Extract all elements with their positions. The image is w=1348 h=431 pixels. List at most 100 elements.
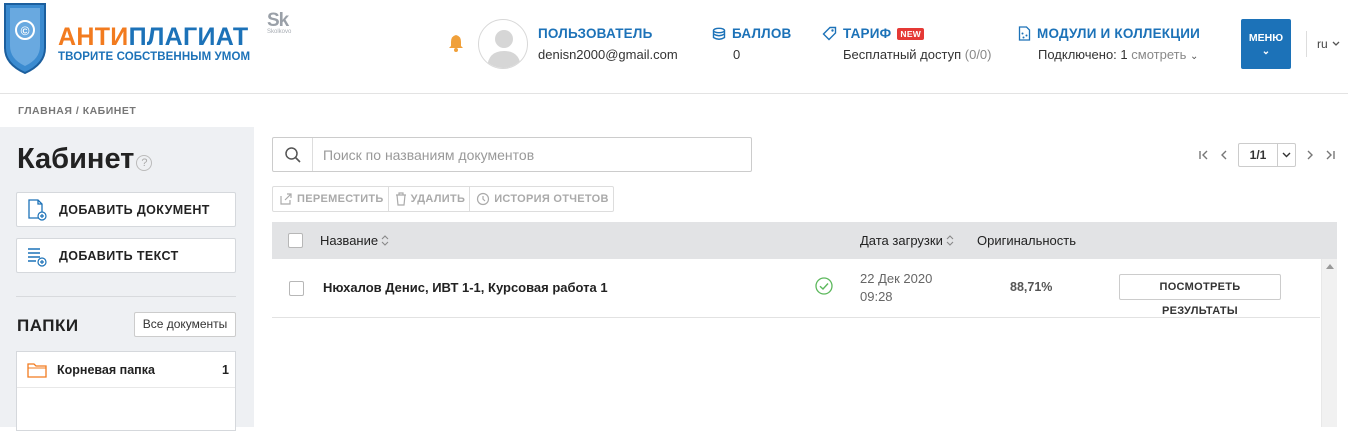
report-history-button[interactable]: ИСТОРИЯ ОТЧЕТОВ [470, 187, 613, 211]
delete-label: УДАЛИТЬ [410, 193, 466, 205]
check-circle-icon [815, 277, 833, 295]
shield-logo-icon[interactable]: © [2, 2, 48, 74]
modules-label: МОДУЛИ И КОЛЛЕКЦИИ [1037, 26, 1201, 41]
points-block[interactable]: БАЛЛОВ 0 [712, 26, 792, 62]
last-page-icon[interactable] [1320, 144, 1340, 166]
coins-icon [712, 27, 726, 40]
pagination: 1/1 [1194, 143, 1340, 167]
page-title: Кабинет ? [17, 143, 153, 176]
skolkovo-mark: Sk [267, 10, 289, 31]
logo-word-part2: ПЛАГИАТ [128, 23, 249, 51]
page-select[interactable]: 1/1 [1238, 143, 1296, 167]
logo-slogan: ТВОРИТЕ СОБСТВЕННЫМ УМОМ [58, 51, 251, 63]
modules-view-link[interactable]: смотреть [1131, 47, 1186, 62]
avatar[interactable] [478, 19, 528, 69]
search-icon[interactable] [273, 138, 313, 171]
sort-icon [381, 235, 389, 246]
upload-date-day: 22 Дек 2020 [860, 271, 933, 286]
logo-word-part1: АНТИ [58, 23, 129, 51]
tariff-count: (0/0) [964, 47, 992, 62]
language-value: ru [1317, 37, 1328, 51]
move-label: ПЕРЕМЕСТИТЬ [297, 193, 384, 205]
prev-page-icon[interactable] [1214, 144, 1234, 166]
user-email: denisn2000@gmail.com [538, 47, 678, 62]
delete-button[interactable]: УДАЛИТЬ [389, 187, 471, 211]
move-icon [280, 193, 292, 205]
breadcrumb[interactable]: ГЛАВНАЯ / КАБИНЕТ [18, 105, 136, 117]
trash-icon [395, 192, 406, 206]
user-silhouette-icon [487, 30, 521, 68]
tag-icon [822, 26, 837, 41]
menu-button[interactable]: МЕНЮ ⌄ [1241, 19, 1291, 69]
sidebar: Кабинет ? ДОБАВИТЬ ДОКУМЕНТ ДОБАВИТЬ ТЕК… [0, 127, 254, 431]
scrollbar[interactable] [1321, 259, 1337, 427]
user-label: ПОЛЬЗОВАТЕЛЬ [538, 26, 653, 41]
logo[interactable]: АНТИПЛАГИАТ ТВОРИТЕ СОБСТВЕННЫМ УМОМ [58, 24, 250, 63]
add-document-label: ДОБАВИТЬ ДОКУМЕНТ [59, 202, 210, 217]
tariff-block[interactable]: ТАРИФ NEW Бесплатный доступ (0/0) [822, 26, 992, 62]
tariff-value: Бесплатный доступ [843, 47, 962, 62]
page-select-value: 1/1 [1249, 148, 1267, 162]
modules-value: Подключено: 1 [1038, 47, 1128, 62]
table-row[interactable]: Нюхалов Денис, ИВТ 1-1, Курсовая работа … [272, 259, 1320, 318]
column-name-label: Название [320, 233, 379, 248]
points-label: БАЛЛОВ [732, 26, 792, 41]
folder-item-root[interactable]: Корневая папка 1 [17, 352, 235, 388]
row-checkbox[interactable] [289, 281, 304, 296]
view-results-button[interactable]: ПОСМОТРЕТЬ РЕЗУЛЬТАТЫ [1119, 274, 1281, 317]
upload-date: 22 Дек 2020 09:28 [860, 270, 932, 306]
next-page-icon[interactable] [1300, 144, 1320, 166]
chevron-down-icon: ⌄ [1189, 51, 1199, 62]
divider [16, 296, 236, 297]
folder-name: Корневая папка [57, 362, 155, 377]
modules-block[interactable]: МОДУЛИ И КОЛЛЕКЦИИ Подключено: 1 смотрет… [1018, 26, 1200, 62]
add-document-icon [28, 198, 47, 221]
tariff-label: ТАРИФ [843, 26, 892, 41]
bell-icon[interactable] [446, 33, 466, 53]
points-value: 0 [733, 47, 741, 62]
report-history-label: ИСТОРИЯ ОТЧЕТОВ [494, 193, 609, 205]
add-text-icon [28, 247, 47, 267]
add-text-label: ДОБАВИТЬ ТЕКСТ [59, 248, 179, 263]
originality-value: 88,71% [1010, 280, 1053, 294]
document-modules-icon [1018, 26, 1031, 41]
menu-label: МЕНЮ [1248, 32, 1284, 44]
select-all-checkbox[interactable] [288, 233, 303, 248]
column-name[interactable]: Название [320, 233, 389, 248]
folders-title: ПАПКИ [17, 316, 79, 335]
upload-date-time: 09:28 [860, 289, 893, 304]
add-text-button[interactable]: ДОБАВИТЬ ТЕКСТ [16, 238, 236, 273]
folder-count: 1 [222, 362, 229, 377]
search-bar [272, 137, 752, 172]
help-icon[interactable]: ? [136, 154, 153, 171]
history-icon [477, 192, 490, 206]
table-header: Название Дата загрузки Оригинальность [272, 222, 1337, 259]
user-block[interactable]: ПОЛЬЗОВАТЕЛЬ denisn2000@gmail.com [538, 26, 678, 62]
skolkovo-caption: Skolkovo [267, 29, 292, 35]
divider [1306, 31, 1307, 57]
top-header: © АНТИПЛАГИАТ ТВОРИТЕ СОБСТВЕННЫМ УМОМ S… [0, 0, 1348, 94]
add-document-button[interactable]: ДОБАВИТЬ ДОКУМЕНТ [16, 192, 236, 227]
new-badge: NEW [897, 27, 925, 40]
sort-icon [946, 235, 954, 246]
chevron-down-icon [1332, 41, 1340, 46]
chevron-down-icon: ⌄ [1261, 46, 1271, 57]
page-title-text: Кабинет [17, 143, 135, 175]
column-originality: Оригинальность [977, 233, 1076, 248]
language-select[interactable]: ru [1317, 37, 1340, 51]
scroll-up-icon[interactable] [1326, 264, 1334, 269]
move-button[interactable]: ПЕРЕМЕСТИТЬ [273, 187, 389, 211]
column-date-label: Дата загрузки [860, 233, 943, 248]
column-originality-label: Оригинальность [977, 233, 1077, 248]
first-page-icon[interactable] [1194, 144, 1214, 166]
skolkovo-logo: Sk Skolkovo [267, 10, 292, 35]
document-title[interactable]: Нюхалов Денис, ИВТ 1-1, Курсовая работа … [323, 280, 608, 295]
search-input[interactable] [313, 139, 751, 170]
column-date[interactable]: Дата загрузки [860, 233, 954, 248]
document-toolbar: ПЕРЕМЕСТИТЬ УДАЛИТЬ ИСТОРИЯ ОТЧЕТОВ [272, 186, 614, 212]
folder-list: Корневая папка 1 [16, 351, 236, 431]
chevron-down-icon [1277, 144, 1295, 166]
all-documents-button[interactable]: Все документы [134, 312, 236, 337]
svg-text:©: © [21, 24, 30, 38]
folder-icon [27, 362, 47, 378]
